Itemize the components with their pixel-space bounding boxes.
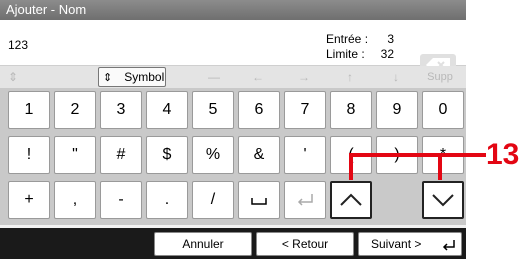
callout-lines xyxy=(349,153,486,180)
callout-bracket xyxy=(349,153,442,180)
callout-number: 13 xyxy=(486,138,520,171)
